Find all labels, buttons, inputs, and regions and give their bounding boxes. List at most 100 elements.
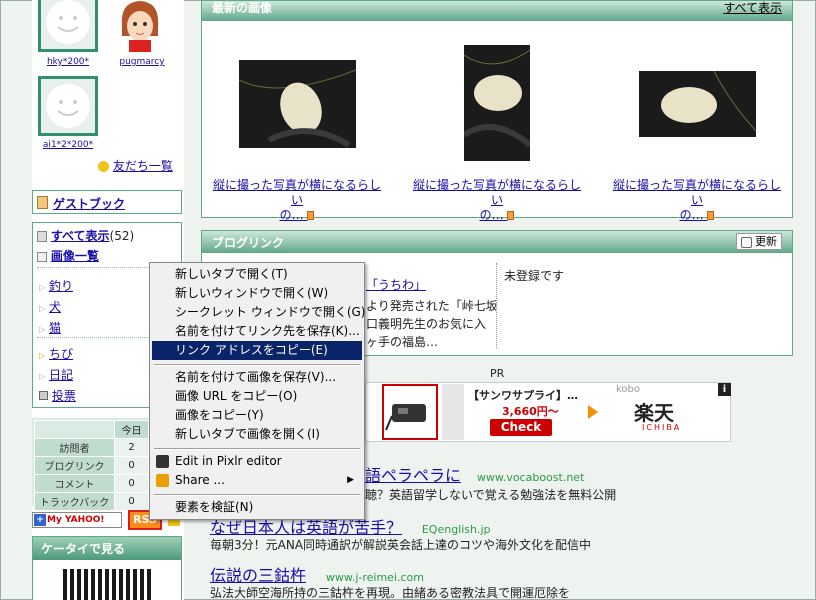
friend-name[interactable]: hky*200*	[28, 57, 108, 67]
triangle-icon: ▷	[39, 325, 46, 334]
refresh-button[interactable]: 更新	[735, 233, 782, 250]
bulb-icon	[98, 161, 109, 172]
plus-icon: +	[34, 514, 46, 526]
guestbook-box: ゲストブック	[32, 190, 182, 214]
next-arrow-icon[interactable]	[588, 405, 598, 419]
stats-value: 2	[114, 438, 149, 457]
category-item[interactable]: 投票	[39, 387, 76, 404]
latest-image-thumb[interactable]	[239, 60, 356, 148]
mobile-box: ケータイで見る	[32, 536, 182, 600]
product-thumb[interactable]	[382, 384, 438, 440]
qr-code[interactable]	[63, 569, 153, 600]
triangle-icon: ▷	[39, 304, 46, 313]
ad-description: 弘法大師空海所持の三鈷杵を再現。由緒ある密教法具で開運厄除を	[210, 586, 571, 600]
page-icon	[307, 211, 315, 220]
category-item[interactable]: ▷ 釣り	[39, 277, 73, 294]
stats-label: トラックバック	[34, 492, 115, 511]
page-icon	[507, 211, 515, 220]
menu-item-copy-image[interactable]: 画像をコピー(Y)	[152, 406, 362, 425]
category-item[interactable]: ▷ 猫	[39, 319, 61, 336]
menu-item-open-image-new-tab[interactable]: 新しいタブで画像を開く(I)	[152, 425, 362, 444]
latest-image-thumb[interactable]	[464, 45, 530, 161]
product-thumb[interactable]	[442, 384, 464, 440]
share-icon	[156, 474, 169, 487]
rakuten-logo[interactable]: kobo 楽天 ICHIBA	[612, 383, 730, 441]
stats-label: 訪問者	[34, 438, 115, 457]
book-icon	[37, 231, 47, 242]
latest-images-head: 最新の画像 すべて表示	[202, 1, 792, 21]
check-button[interactable]: Check	[490, 419, 552, 436]
ad-title[interactable]: なぜ日本人は英語が苦手？	[210, 518, 402, 537]
menu-item-open-new-window[interactable]: 新しいウィンドウで開く(W)	[152, 284, 362, 303]
ad-description: 聴？英語留学しないで覚える勉強法を無料公開	[365, 488, 617, 502]
latest-image-caption[interactable]: 縦に撮った写真が横になるらしい の…	[412, 178, 582, 223]
category-label[interactable]: 釣り	[49, 279, 73, 293]
menu-item-pixlr[interactable]: Edit in Pixlr editor	[152, 452, 362, 471]
category-label[interactable]: ちび	[49, 347, 73, 361]
guestbook-link[interactable]: ゲストブック	[53, 195, 125, 212]
show-all-count: (52)	[109, 229, 135, 243]
refresh-icon	[740, 236, 752, 248]
menu-item-share[interactable]: Share ... ▶	[152, 471, 362, 490]
image-list-link[interactable]: 画像一覧	[51, 249, 99, 263]
pr-banner[interactable]: 【サンワサプライ】… 3,660円〜 Check kobo 楽天 ICHIBA …	[365, 382, 731, 442]
ad-title[interactable]: 語ペラペラに	[365, 466, 461, 485]
stats-label: ブログリンク	[34, 456, 115, 475]
latest-image-thumb[interactable]	[639, 71, 756, 137]
image-list-row[interactable]: 画像一覧	[37, 247, 99, 264]
friend-name[interactable]: pugmarcy	[102, 57, 182, 67]
ad-title[interactable]: 伝説の三鈷杵	[210, 566, 306, 585]
menu-item-open-incognito[interactable]: シークレット ウィンドウで開く(G)	[152, 303, 365, 322]
my-yahoo-button[interactable]: + My YAHOO!	[32, 512, 122, 528]
menu-separator	[154, 448, 360, 450]
category-item[interactable]: ▷ 犬	[39, 298, 61, 315]
show-all-link[interactable]: すべて表示	[51, 229, 110, 243]
pr-label: PR	[490, 367, 505, 380]
category-label[interactable]: 投票	[52, 389, 76, 403]
ad-info-icon[interactable]: i	[718, 383, 731, 396]
category-label[interactable]: 日記	[49, 368, 73, 382]
submenu-arrow-icon: ▶	[347, 475, 354, 485]
text-ad[interactable]: 伝説の三鈷杵 www.j-reimei.com	[210, 562, 800, 586]
mobile-head: ケータイで見る	[33, 537, 181, 560]
triangle-icon: ▷	[39, 283, 46, 292]
category-label[interactable]: 犬	[49, 300, 61, 314]
friend-avatar[interactable]	[112, 0, 168, 52]
stats-value: 0	[114, 492, 149, 511]
pixlr-icon	[156, 455, 169, 468]
menu-item-save-link-as[interactable]: 名前を付けてリンク先を保存(K)...	[152, 322, 362, 341]
image-icon	[37, 251, 47, 262]
blog-link-empty: 未登録です	[504, 269, 565, 283]
friends-all-link[interactable]: 友だち一覧	[113, 159, 173, 173]
ad-url[interactable]: www.j-reimei.com	[326, 571, 424, 584]
category-item[interactable]: ▷ 日記	[39, 366, 73, 383]
banner-title[interactable]: 【サンワサプライ】…	[468, 387, 580, 403]
kobo-label: kobo	[616, 384, 641, 395]
stats-header-today: 今日	[114, 420, 149, 439]
stats-label: コメント	[34, 474, 115, 493]
menu-item-copy-image-url[interactable]: 画像 URL をコピー(O)	[152, 387, 362, 406]
latest-images-title: 最新の画像	[212, 1, 273, 15]
rakuten-small: ICHIBA	[642, 423, 682, 432]
ad-url[interactable]: www.vocaboost.net	[477, 471, 585, 484]
friends-all-row[interactable]: 友だち一覧	[98, 157, 173, 174]
friend-avatar[interactable]	[38, 76, 98, 136]
stats-value: 0	[114, 456, 149, 475]
friend-avatar[interactable]	[38, 0, 98, 52]
friend-name[interactable]: ai1*2*200*	[28, 140, 108, 150]
blog-link-title: ブログリンク	[212, 236, 285, 250]
latest-images-show-all[interactable]: すべて表示	[723, 0, 782, 16]
latest-image-caption[interactable]: 縦に撮った写真が横になるらしい の…	[212, 178, 382, 223]
blog-link-title-link[interactable]: 「うちわ」	[366, 276, 426, 293]
latest-image-caption[interactable]: 縦に撮った写真が横になるらしい の…	[612, 178, 782, 223]
stats-value: 0	[114, 474, 149, 493]
ad-url[interactable]: EQenglish.jp	[422, 523, 491, 536]
menu-item-open-new-tab[interactable]: 新しいタブで開く(T)	[152, 265, 362, 284]
menu-item-inspect[interactable]: 要素を検証(N)	[152, 498, 362, 517]
menu-item-save-image-as[interactable]: 名前を付けて画像を保存(V)...	[152, 368, 362, 387]
menu-item-copy-link-address[interactable]: リンク アドレスをコピー(E)	[152, 341, 362, 360]
show-all-row[interactable]: すべて表示(52)	[37, 227, 134, 244]
category-item[interactable]: ▷ ちび	[39, 345, 73, 362]
menu-separator	[154, 494, 360, 496]
category-label[interactable]: 猫	[49, 321, 61, 335]
